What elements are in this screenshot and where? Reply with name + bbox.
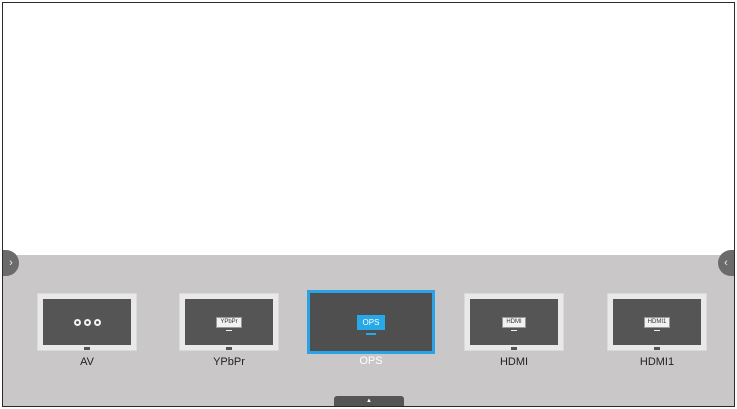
source-label: HDMI [499, 356, 529, 368]
source-tile: YPbPr [179, 293, 279, 351]
source-av[interactable]: AV [37, 293, 137, 369]
hdmi-icon: HDMI1 [613, 299, 701, 350]
ops-screen-text: OPS [356, 314, 386, 335]
source-label: AV [80, 356, 94, 368]
source-ypbpr[interactable]: YPbPr YPbPr [179, 293, 279, 369]
source-label: YPbPr [213, 356, 245, 368]
source-hdmi[interactable]: HDMI HDMI [464, 293, 564, 369]
hdmi-icon: HDMI [470, 299, 558, 350]
source-tile: HDMI [464, 293, 564, 351]
av-connectors-icon [43, 299, 131, 350]
ypbpr-screen-text: YPbPr [216, 316, 242, 331]
source-hdmi1[interactable]: HDMI1 HDMI1 [607, 293, 707, 369]
source-label: HDMI1 [639, 356, 675, 368]
caret-up-icon: ▲ [366, 398, 372, 404]
ypbpr-icon: YPbPr [185, 299, 273, 350]
source-tile-selected: OPS [307, 290, 435, 354]
source-tile [37, 293, 137, 351]
ops-icon: OPS [315, 298, 427, 346]
collapse-panel-button[interactable]: ▲ [334, 396, 404, 406]
hdmi1-screen-text: HDMI1 [643, 316, 671, 331]
tv-screen: AV YPbPr YPbPr OPS OPS HDMI HDMI HDMI1 H… [2, 2, 735, 407]
input-source-panel: AV YPbPr YPbPr OPS OPS HDMI HDMI HDMI1 H… [3, 255, 734, 406]
source-label: OPS [359, 355, 383, 367]
hdmi-screen-text: HDMI [502, 316, 526, 331]
source-tile: HDMI1 [607, 293, 707, 351]
source-ops[interactable]: OPS OPS [307, 290, 435, 368]
content-area [3, 3, 734, 255]
